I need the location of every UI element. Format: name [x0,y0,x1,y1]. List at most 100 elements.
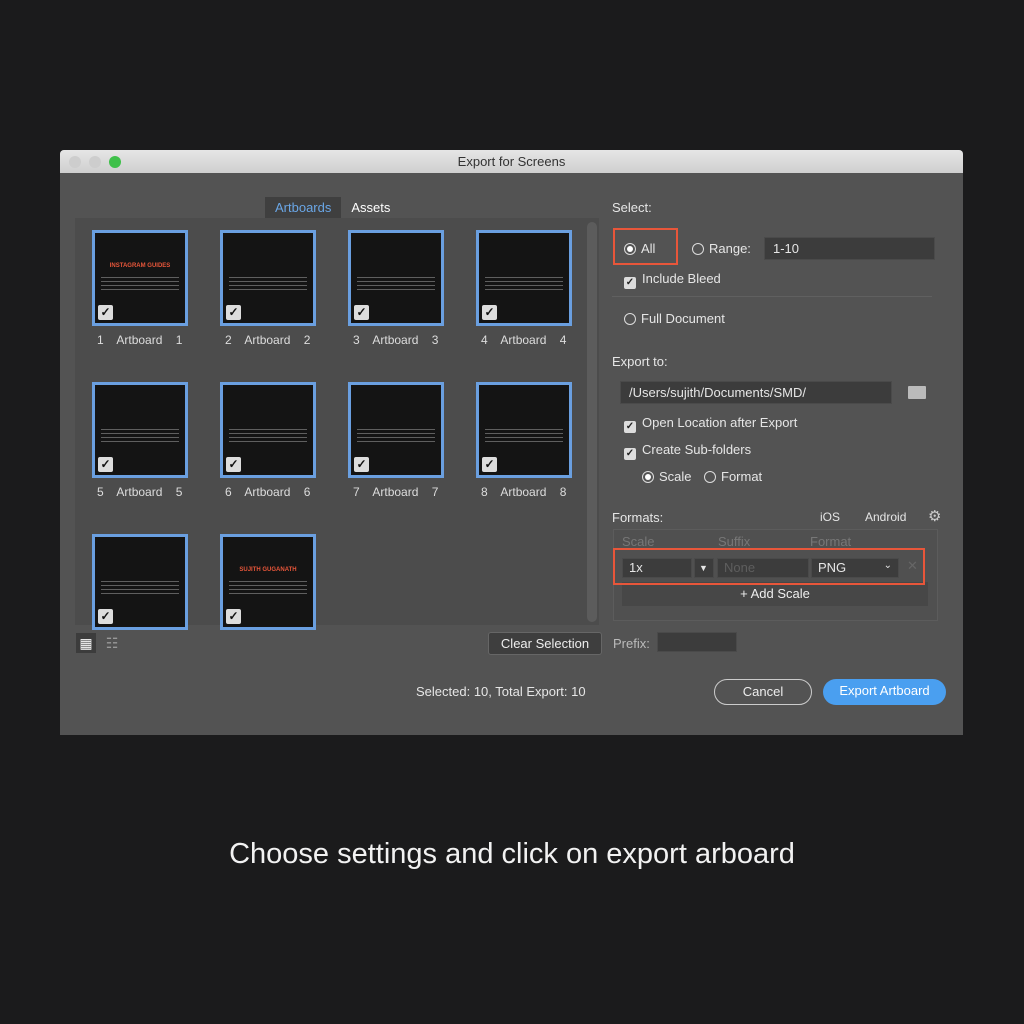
artboard-body-text [229,277,307,291]
radio-icon [624,313,636,325]
include-bleed-label: Include Bleed [642,271,721,286]
artboard-thumbnail[interactable]: ✓ [220,382,316,478]
artboard-thumbnail[interactable]: ✓ [476,382,572,478]
selection-status: Selected: 10, Total Export: 10 [416,684,586,699]
range-input[interactable]: 1-10 [764,237,935,260]
minimize-window-button[interactable] [89,156,101,168]
radio-icon [624,243,636,255]
artboard-number: 8 [481,485,488,499]
artboard-grid: INSTAGRAM GUIDES ✓ 1 Artboard 1 ✓ 2 Artboard… [75,218,599,630]
tab-assets[interactable]: Assets [341,197,400,218]
clear-selection-button[interactable]: Clear Selection [488,632,602,655]
artboard-name: Artboard 2 [244,333,311,347]
zoom-window-button[interactable] [109,156,121,168]
artboard-body-text [229,581,307,595]
artboard-body-text [101,429,179,443]
artboard-thumbnail[interactable]: SUJITH GUGANATH ✓ [220,534,316,630]
scrollbar[interactable] [587,222,597,622]
artboard-body-text [357,277,435,291]
checkbox-checked-icon[interactable]: ✓ [226,457,241,472]
artboard-thumbnail[interactable]: INSTAGRAM GUIDES ✓ [92,230,188,326]
artboard-label: 5 Artboard 5 [97,485,182,499]
artboard-thumbnail[interactable]: ✓ [348,230,444,326]
format-label: Format [721,469,763,484]
col-scale: Scale [622,534,655,549]
checkbox-checked-icon[interactable]: ✓ [482,457,497,472]
artboard-name: Artboard 1 [116,333,183,347]
radio-icon [704,471,716,483]
checkmark-icon: ✓ [624,421,636,433]
artboard-name: Artboard 7 [372,485,439,499]
checkbox-checked-icon[interactable]: ✓ [98,457,113,472]
tab-artboards[interactable]: Artboards [265,197,342,218]
scale-label: Scale [659,469,692,484]
full-document-label: Full Document [641,311,725,326]
artboard-thumbnail[interactable]: ✓ [92,534,188,630]
radio-scale[interactable]: Scale [642,469,692,484]
artboard-name: Artboard 6 [244,485,311,499]
export-to-label: Export to: [612,354,668,369]
artboard-heading: INSTAGRAM GUIDES [109,263,171,269]
export-path-input[interactable]: /Users/sujith/Documents/SMD/ [620,381,892,404]
export-dialog: Export for Screens Artboards Assets INST… [60,150,963,735]
folder-icon[interactable] [908,386,926,399]
checkbox-checked-icon[interactable]: ✓ [226,609,241,624]
checkmark-icon: ✓ [624,277,636,289]
artboard-name: Artboard 4 [500,333,567,347]
artboard-body-text [357,429,435,443]
select-label: Select: [612,200,652,215]
artboard-thumbnail[interactable]: ✓ [348,382,444,478]
artboard-label: 3 Artboard 3 [353,333,438,347]
grid-view-icon[interactable]: ▦ [76,633,96,653]
artboard-thumbnail[interactable]: ✓ [476,230,572,326]
artboard-name: Artboard 3 [372,333,439,347]
open-location-checkbox[interactable]: ✓ Open Location after Export [624,415,797,433]
format-row-highlight [613,548,925,585]
ios-button[interactable]: iOS [820,510,840,524]
artboard-label: 7 Artboard 7 [353,485,438,499]
artboard-name: Artboard 5 [116,485,183,499]
prefix-input[interactable] [657,632,737,652]
gear-icon[interactable]: ⚙ [928,507,941,525]
artboard-number: 7 [353,485,360,499]
create-subfolders-checkbox[interactable]: ✓ Create Sub-folders [624,442,751,460]
radio-full-document[interactable]: Full Document [624,311,725,326]
checkmark-icon: ✓ [624,448,636,460]
checkbox-checked-icon[interactable]: ✓ [98,305,113,320]
checkbox-checked-icon[interactable]: ✓ [226,305,241,320]
checkbox-checked-icon[interactable]: ✓ [98,609,113,624]
include-bleed-checkbox[interactable]: ✓ Include Bleed [624,271,721,289]
radio-format[interactable]: Format [704,469,762,484]
radio-range-label: Range: [709,241,751,256]
artboard-thumbnail[interactable]: ✓ [220,230,316,326]
artboard-label: 8 Artboard 8 [481,485,566,499]
artboard-label: 4 Artboard 4 [481,333,566,347]
artboard-body-text [101,581,179,595]
radio-all[interactable]: All [624,241,655,256]
tab-bar: Artboards Assets [265,197,400,218]
divider [612,296,932,297]
artboard-body-text [485,277,563,291]
checkbox-checked-icon[interactable]: ✓ [354,457,369,472]
add-scale-button[interactable]: + Add Scale [622,582,928,606]
artboard-heading: SUJITH GUGANATH [239,567,297,573]
artboard-number: 6 [225,485,232,499]
cancel-button[interactable]: Cancel [714,679,812,705]
prefix-label: Prefix: [613,636,650,651]
android-button[interactable]: Android [865,510,906,524]
checkbox-checked-icon[interactable]: ✓ [354,305,369,320]
col-format: Format [810,534,852,549]
artboard-name: Artboard 8 [500,485,567,499]
artboard-body-text [485,429,563,443]
radio-range[interactable]: Range: [692,241,751,256]
close-window-button[interactable] [69,156,81,168]
col-suffix: Suffix [718,534,751,549]
artboard-label: 1 Artboard 1 [97,333,182,347]
caption: Choose settings and click on export arbo… [229,838,795,870]
checkbox-checked-icon[interactable]: ✓ [482,305,497,320]
window-title: Export for Screens [457,154,566,169]
artboard-thumbnail[interactable]: ✓ [92,382,188,478]
export-artboard-button[interactable]: Export Artboard [823,679,946,705]
artboard-label: 6 Artboard 6 [225,485,310,499]
list-view-icon[interactable]: ☷ [102,633,122,653]
